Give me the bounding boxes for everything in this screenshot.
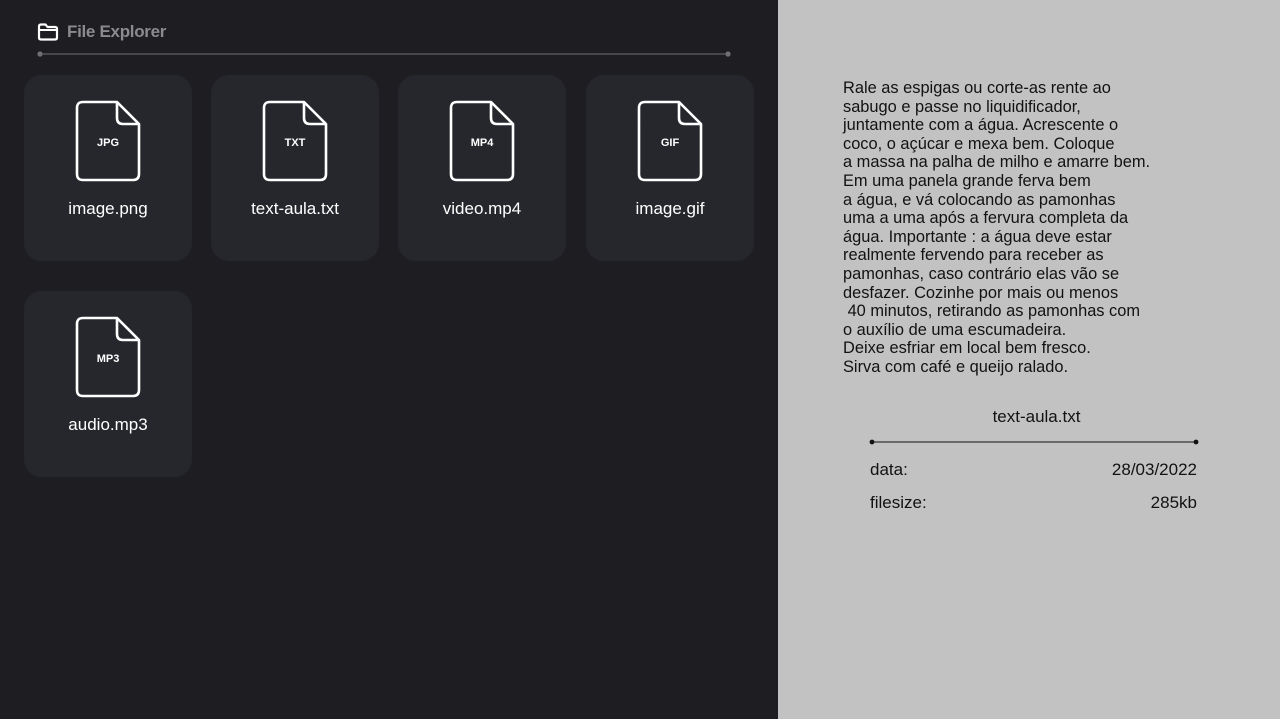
date-label: data: — [870, 460, 908, 479]
file-name: video.mp4 — [442, 199, 522, 218]
file-type-badge: MP4 — [470, 137, 494, 149]
preview-filename: text-aula.txt — [992, 407, 1081, 426]
app-header: File Explorer — [37, 21, 166, 43]
filesize-label: filesize: — [870, 493, 927, 512]
file-explorer-panel: File Explorer JPG image.png TXT text-aul… — [0, 0, 778, 719]
folder-icon — [37, 23, 59, 41]
file-type-badge: TXT — [284, 137, 306, 149]
file-card-audio-mp3[interactable]: MP3 audio.mp3 — [24, 291, 192, 477]
file-name: image.gif — [635, 199, 705, 218]
file-card-image-gif[interactable]: GIF image.gif — [586, 75, 754, 261]
date-value: 28/03/2022 — [1111, 460, 1197, 479]
preview-divider — [869, 439, 1199, 445]
header-divider — [37, 51, 731, 57]
file-type-badge: MP3 — [96, 353, 120, 365]
meta-date-row: data: 28/03/2022 — [870, 460, 1197, 480]
filesize-value: 285kb — [1150, 493, 1197, 512]
file-name: text-aula.txt — [251, 199, 339, 218]
meta-size-row: filesize: 285kb — [870, 493, 1197, 513]
file-type-badge: JPG — [96, 137, 119, 149]
preview-panel: Rale as espigas ou corte-as rente ao sab… — [778, 0, 1280, 719]
file-type-badge: GIF — [660, 137, 680, 149]
file-name: audio.mp3 — [68, 415, 148, 434]
file-card-text-aula-txt[interactable]: TXT text-aula.txt — [211, 75, 379, 261]
file-card-image-png[interactable]: JPG image.png — [24, 75, 192, 261]
file-content-preview: Rale as espigas ou corte-as rente ao sab… — [843, 79, 1151, 376]
app-title: File Explorer — [67, 22, 167, 41]
file-name: image.png — [68, 199, 148, 218]
file-card-video-mp4[interactable]: MP4 video.mp4 — [398, 75, 566, 261]
